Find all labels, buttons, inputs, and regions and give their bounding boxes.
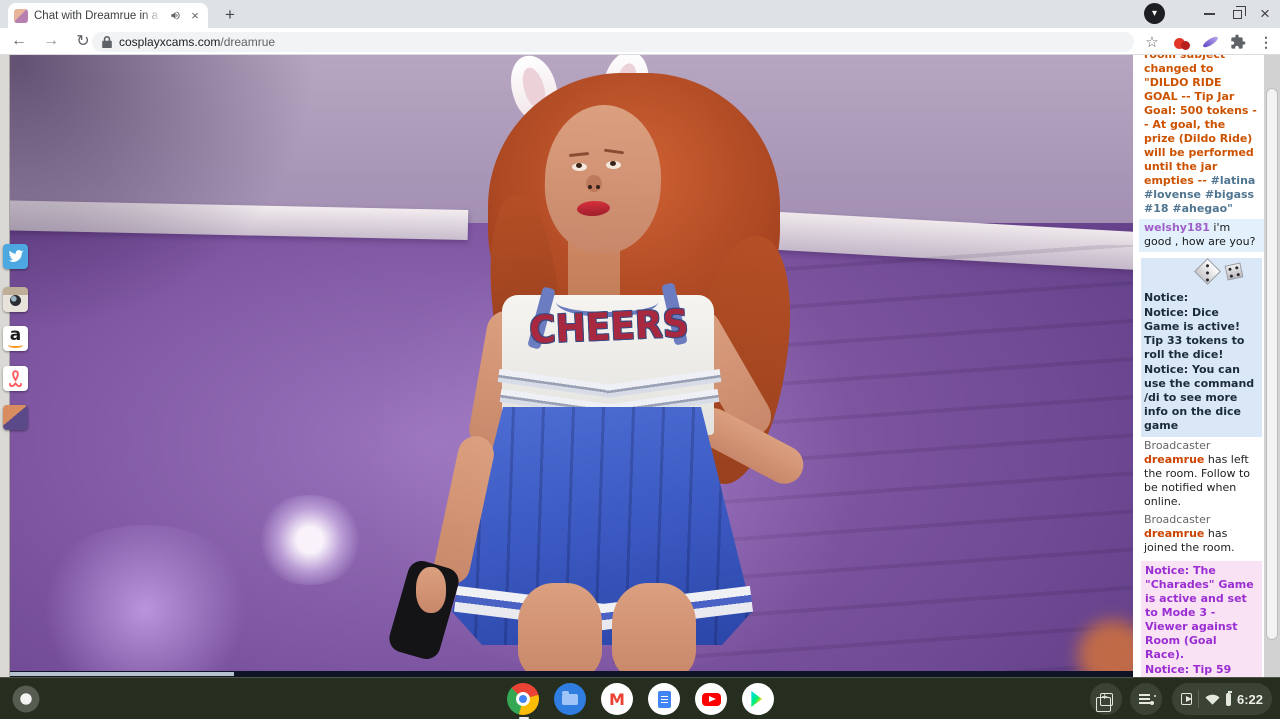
battery-icon <box>1226 693 1231 706</box>
chromeos-shelf: M 6:22 <box>0 677 1280 719</box>
chat-username[interactable]: welshy181 <box>1144 221 1210 234</box>
extensions-puzzle-icon[interactable] <box>1226 30 1250 54</box>
eye <box>606 161 621 169</box>
broadcaster-name[interactable]: dreamrue <box>1144 453 1204 466</box>
eye <box>572 163 587 171</box>
back-button[interactable]: ← <box>6 29 32 53</box>
video-seekbar-fill <box>8 672 234 676</box>
screen-share-icon <box>1181 693 1192 705</box>
nose <box>586 175 602 192</box>
broadcaster-left-message: Broadcaster dreamrue has left the room. … <box>1139 437 1264 511</box>
wifi-icon <box>1205 693 1220 705</box>
tab-favicon <box>14 9 28 23</box>
amazon-icon[interactable]: a <box>3 326 28 351</box>
url-domain: cosplayxcams.com <box>119 35 220 49</box>
window-close-button[interactable]: × <box>1252 2 1278 26</box>
notice-line: Notice: <box>1144 291 1258 305</box>
hand <box>416 567 446 613</box>
dice-notice-box: Notice: Notice: Dice Game is active! Tip… <box>1141 258 1262 437</box>
chat-subject-message: room subject changed to "DILDO RIDE GOAL… <box>1139 55 1264 216</box>
notice-line: Notice: You can use the command /di to s… <box>1144 363 1258 433</box>
play-store-app-icon[interactable] <box>742 683 774 715</box>
scrollbar-thumb[interactable] <box>1266 88 1278 640</box>
amazon-smile <box>8 342 23 348</box>
url-text: cosplayxcams.com/dreamrue <box>119 35 275 49</box>
shadow <box>0 55 340 355</box>
forward-button[interactable]: → <box>38 29 64 53</box>
gmail-app-icon[interactable]: M <box>601 683 633 715</box>
tab-title: Chat with Dreamrue in a Live <box>34 10 162 22</box>
lock-icon[interactable] <box>102 36 112 48</box>
bookmark-star-icon[interactable]: ☆ <box>1140 30 1164 54</box>
notice-line: Notice: Tip 59 tokens to play and try to… <box>1145 663 1258 677</box>
subject-text: room subject changed to "DILDO RIDE GOAL… <box>1144 55 1257 187</box>
status-tray[interactable]: 6:22 <box>1172 683 1272 715</box>
media-controls-button[interactable] <box>1130 683 1162 715</box>
broadcaster-name[interactable]: dreamrue <box>1144 527 1204 540</box>
new-tab-button[interactable]: + <box>218 4 242 26</box>
profile-photo-icon[interactable] <box>3 405 28 430</box>
light-flare <box>255 495 365 585</box>
divider <box>1198 690 1199 708</box>
url-path: /dreamrue <box>220 35 275 49</box>
broadcaster-prefix: Broadcaster <box>1144 439 1210 452</box>
leg <box>518 583 602 677</box>
caret-down-icon[interactable]: ▾ <box>1144 3 1165 24</box>
twitter-icon[interactable] <box>3 244 28 269</box>
web-page: CHEERS a room subject cha <box>0 55 1280 677</box>
docs-app-icon[interactable] <box>648 683 680 715</box>
window-minimize-button[interactable] <box>1196 2 1222 26</box>
screen-capture-button[interactable] <box>1090 683 1122 715</box>
airbnb-icon[interactable] <box>3 366 28 391</box>
light-flare <box>30 525 260 677</box>
chat-user-message: welshy181 i'm good , how are you? <box>1139 219 1264 252</box>
window-restore-button[interactable] <box>1224 2 1250 26</box>
broadcaster-prefix: Broadcaster <box>1144 513 1210 526</box>
clock: 6:22 <box>1237 692 1263 707</box>
video-player[interactable]: CHEERS a <box>0 55 1133 677</box>
tab-active[interactable]: Chat with Dreamrue in a Live × <box>8 3 208 28</box>
browser-menu-icon[interactable]: ⋮ <box>1254 30 1278 54</box>
tab-strip: Chat with Dreamrue in a Live × + ▾ × <box>0 0 1280 28</box>
leg <box>612 583 696 677</box>
launcher-button[interactable] <box>8 681 44 717</box>
broadcaster-joined-message: Broadcaster dreamrue has joined the room… <box>1139 511 1264 557</box>
instagram-icon[interactable] <box>3 287 28 312</box>
tab-audio-icon[interactable] <box>168 9 182 23</box>
chrome-app-icon[interactable] <box>507 683 539 715</box>
page-scrollbar[interactable] <box>1264 55 1280 677</box>
tab-close-icon[interactable]: × <box>188 9 202 23</box>
chat-panel: room subject changed to "DILDO RIDE GOAL… <box>1139 55 1264 677</box>
extension-pen-icon[interactable] <box>1198 30 1222 54</box>
notice-line: Notice: Dice Game is active! Tip 33 toke… <box>1144 306 1258 362</box>
extension-cherry-icon[interactable] <box>1170 30 1194 54</box>
charades-notice-box: Notice: The "Charades" Game is active an… <box>1141 561 1262 677</box>
notice-line: Notice: The "Charades" Game is active an… <box>1145 564 1258 662</box>
address-bar[interactable]: cosplayxcams.com/dreamrue <box>92 32 1134 52</box>
youtube-app-icon[interactable] <box>695 683 727 715</box>
dice-icon <box>1192 260 1252 290</box>
files-app-icon[interactable] <box>554 683 586 715</box>
